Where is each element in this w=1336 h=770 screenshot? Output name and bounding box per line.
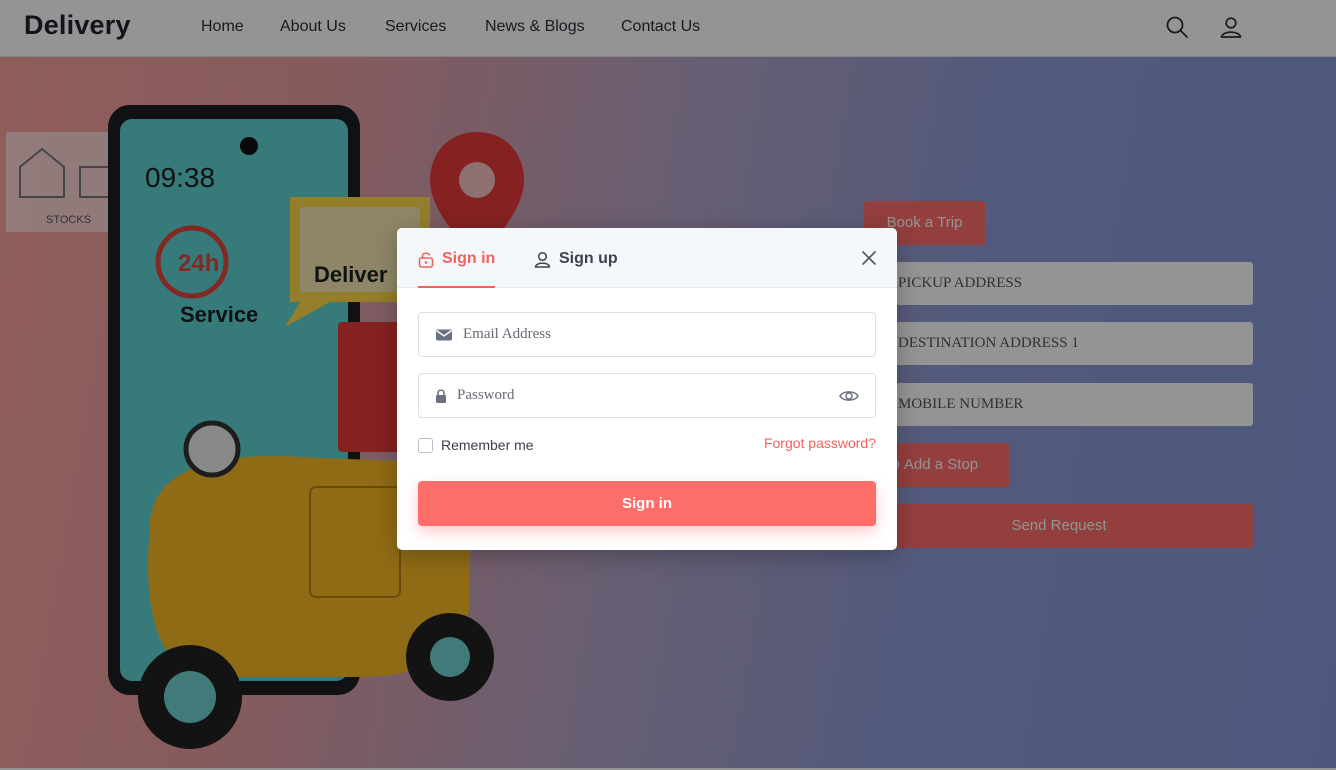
eye-icon[interactable] [839, 387, 859, 405]
user-icon [534, 251, 551, 268]
tab-signin-label: Sign in [442, 250, 496, 267]
remember-me-checkbox[interactable] [418, 437, 433, 453]
remember-me-label: Remember me [441, 437, 534, 453]
email-input[interactable] [463, 313, 875, 356]
lock-icon [436, 388, 446, 403]
tab-signin[interactable]: Sign in [418, 250, 495, 268]
tab-signup[interactable]: Sign up [534, 250, 618, 268]
modal-header: Sign in Sign up [397, 228, 897, 288]
signin-submit-button[interactable]: Sign in [418, 481, 876, 526]
close-icon[interactable] [861, 250, 877, 266]
auth-modal: Sign in Sign up Email Address Remember m… [397, 228, 897, 550]
envelope-icon [436, 329, 452, 340]
password-input[interactable] [457, 374, 875, 417]
tab-signup-label: Sign up [559, 250, 618, 267]
forgot-password-link[interactable]: Forgot password? [764, 435, 876, 451]
lock-open-icon [418, 251, 434, 268]
active-tab-underline [418, 286, 495, 288]
password-field[interactable] [418, 373, 876, 418]
email-field[interactable] [418, 312, 876, 357]
remember-me[interactable]: Remember me [418, 437, 534, 453]
